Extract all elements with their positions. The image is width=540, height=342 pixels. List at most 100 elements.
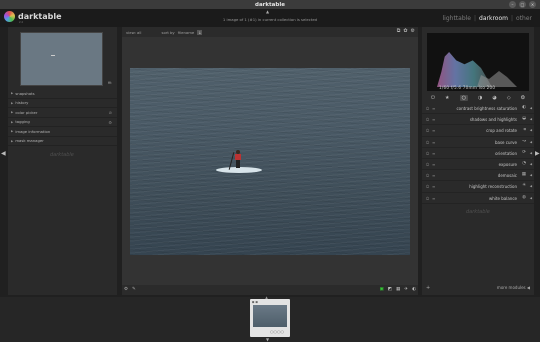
group-basic-icon[interactable]: ○ xyxy=(459,95,468,101)
left-panel-collapse-icon[interactable]: ◀ xyxy=(1,150,6,157)
preset-icon[interactable]: ≡ xyxy=(432,184,435,189)
histogram[interactable]: 1/60 f/5.6 70mm iso 200 xyxy=(427,33,529,91)
more-modules-button[interactable]: more modules ◀ xyxy=(497,285,530,290)
module-contrast-brightness-saturation[interactable]: ⏻ ≡ contrast brightness saturation ◐ ◀ xyxy=(422,103,534,115)
styles-icon[interactable]: ⧉ xyxy=(397,28,401,34)
module-tagging[interactable]: ▶ tagging ⚙ xyxy=(8,118,117,127)
collection-filter[interactable]: view: all xyxy=(126,30,141,35)
view-switcher: lighttable | darkroom | other xyxy=(443,15,533,22)
module-mask-manager[interactable]: ▶ mask manager xyxy=(8,137,117,146)
expand-arrow-icon: ▶ xyxy=(11,110,14,115)
app-logo: darktable 2.4 xyxy=(4,11,62,24)
module-color-picker[interactable]: ▶ color picker ⊘ xyxy=(8,108,117,118)
module-crop-and-rotate[interactable]: ⏻ ≡ crop and rotate ⌗ ◀ xyxy=(422,125,534,137)
module-snapshots[interactable]: ▶ snapshots xyxy=(8,89,117,99)
navigation-zoom[interactable]: fit xyxy=(108,81,112,85)
gear-icon[interactable]: ⚙ xyxy=(108,120,112,125)
power-icon[interactable]: ⏻ xyxy=(426,117,429,122)
group-active-icon[interactable]: ⏻ xyxy=(431,95,435,101)
group-correct-icon[interactable]: ◇ xyxy=(507,95,511,101)
preset-icon[interactable]: ≡ xyxy=(432,117,435,122)
expand-arrow-icon: ◀ xyxy=(529,184,532,189)
power-icon[interactable]: ⏻ xyxy=(426,173,429,178)
top-header: darktable 2.4 ▲ 1 image of 1 (#1) in cur… xyxy=(0,9,540,27)
module-label: highlight reconstruction xyxy=(469,184,517,190)
group-favourites-icon[interactable]: ★ xyxy=(445,95,449,101)
add-module-button[interactable]: + xyxy=(426,285,430,291)
module-orientation[interactable]: ⏻ ≡ orientation ⟳ ◀ xyxy=(422,148,534,159)
preset-icon[interactable]: ≡ xyxy=(432,128,435,133)
eyedropper-icon[interactable]: ⊘ xyxy=(109,110,112,115)
top-toolbar-icons: ⧉ ✿ ⚙ xyxy=(397,28,415,34)
thumbnail-badge: ◼ ◼ xyxy=(252,300,258,304)
module-icon: ◒ xyxy=(522,116,526,122)
gamut-check-icon[interactable]: ◩ xyxy=(388,287,392,292)
filmstrip-thumbnail[interactable]: ◼ ◼ ○○○○ xyxy=(250,299,290,337)
window-controls: – □ × xyxy=(509,1,536,8)
preset-icon[interactable]: ≡ xyxy=(432,140,435,145)
focus-peaking-icon[interactable]: ◐ xyxy=(412,287,416,292)
view-other[interactable]: other xyxy=(516,15,532,22)
module-label: history xyxy=(15,100,29,106)
right-panel-collapse-icon[interactable]: ▶ xyxy=(535,150,540,157)
expand-arrow-icon: ◀ xyxy=(529,128,532,133)
power-icon[interactable]: ⏻ xyxy=(426,140,429,145)
overexposed-icon[interactable]: ▦ xyxy=(396,287,400,292)
module-image-information[interactable]: ▶ image information xyxy=(8,127,117,137)
preset-icon[interactable]: ≡ xyxy=(432,106,435,111)
raw-overexposed-icon[interactable]: ✈ xyxy=(404,287,408,292)
view-separator: | xyxy=(510,15,514,22)
main-image[interactable] xyxy=(130,68,410,255)
view-darkroom[interactable]: darkroom xyxy=(479,15,508,22)
preferences-icon[interactable]: ✿ xyxy=(403,28,407,34)
preset-icon[interactable]: ≡ xyxy=(432,162,435,167)
expand-arrow-icon: ◀ xyxy=(529,173,532,178)
power-icon[interactable]: ⏻ xyxy=(426,151,429,156)
module-label: snapshots xyxy=(15,90,35,96)
sort-select[interactable]: filename xyxy=(178,30,195,35)
module-shadows-and-highlights[interactable]: ⏻ ≡ shadows and highlights ◒ ◀ xyxy=(422,114,534,126)
module-exposure[interactable]: ⏻ ≡ exposure ◔ ◀ xyxy=(422,159,534,171)
minimize-button[interactable]: – xyxy=(509,1,516,8)
preset-icon[interactable]: ≡ xyxy=(432,196,435,201)
module-label: contrast brightness saturation xyxy=(456,106,517,111)
more-modules-label: more modules xyxy=(496,285,526,290)
power-icon[interactable]: ⏻ xyxy=(426,184,429,189)
power-icon[interactable]: ⏻ xyxy=(426,128,429,133)
color-picker-icon[interactable]: ✎ xyxy=(132,287,136,292)
power-icon[interactable]: ⏻ xyxy=(426,162,429,167)
module-label: color picker xyxy=(15,109,38,115)
filmstrip: ▲ ◼ ◼ ○○○○ ▼ xyxy=(0,295,540,342)
panel-signature: darktable xyxy=(466,209,490,215)
module-highlight-reconstruction[interactable]: ⏻ ≡ highlight reconstruction ☀ ◀ xyxy=(422,181,534,193)
preset-icon[interactable]: ≡ xyxy=(432,151,435,156)
thumbnail-rating-icons[interactable]: ○○○○ xyxy=(270,329,284,334)
exposure-icon: ◔ xyxy=(522,160,526,166)
quick-access-icon[interactable]: ⚙ xyxy=(124,287,128,292)
curve-icon: ↝ xyxy=(522,138,526,144)
module-icon: ◐ xyxy=(522,105,526,110)
module-white-balance[interactable]: ⏻ ≡ white balance ◍ ◀ xyxy=(422,193,534,204)
processing-modules: ⏻ ≡ contrast brightness saturation ◐ ◀ ⏻… xyxy=(422,103,534,204)
maximize-button[interactable]: □ xyxy=(519,1,526,8)
module-demosaic[interactable]: ⏻ ≡ demosaic ▦ ◀ xyxy=(422,170,534,182)
module-label: orientation xyxy=(495,150,517,156)
module-base-curve[interactable]: ⏻ ≡ base curve ↝ ◀ xyxy=(422,137,534,148)
soft-proof-icon[interactable]: ▣ xyxy=(379,287,383,292)
preset-icon[interactable]: ≡ xyxy=(432,173,435,178)
group-effect-icon[interactable]: ❂ xyxy=(521,95,525,101)
close-button[interactable]: × xyxy=(529,1,536,8)
module-history[interactable]: ▶ history xyxy=(8,99,117,108)
navigation-thumbnail[interactable] xyxy=(20,32,103,86)
power-icon[interactable]: ⏻ xyxy=(426,106,429,111)
expand-arrow-icon: ▶ xyxy=(11,119,14,124)
sort-direction-button[interactable]: ↓ xyxy=(197,29,203,35)
group-color-icon[interactable]: ◕ xyxy=(492,95,496,101)
view-lighttable[interactable]: lighttable xyxy=(443,15,472,22)
bottom-panel-collapse-icon[interactable]: ▼ xyxy=(266,337,269,342)
expand-arrow-icon: ◀ xyxy=(529,117,532,122)
settings-gear-icon[interactable]: ⚙ xyxy=(411,28,415,34)
group-tone-icon[interactable]: ◑ xyxy=(478,95,482,101)
power-icon[interactable]: ⏻ xyxy=(426,196,429,201)
top-panel-collapse-icon[interactable]: ▲ xyxy=(266,9,269,14)
